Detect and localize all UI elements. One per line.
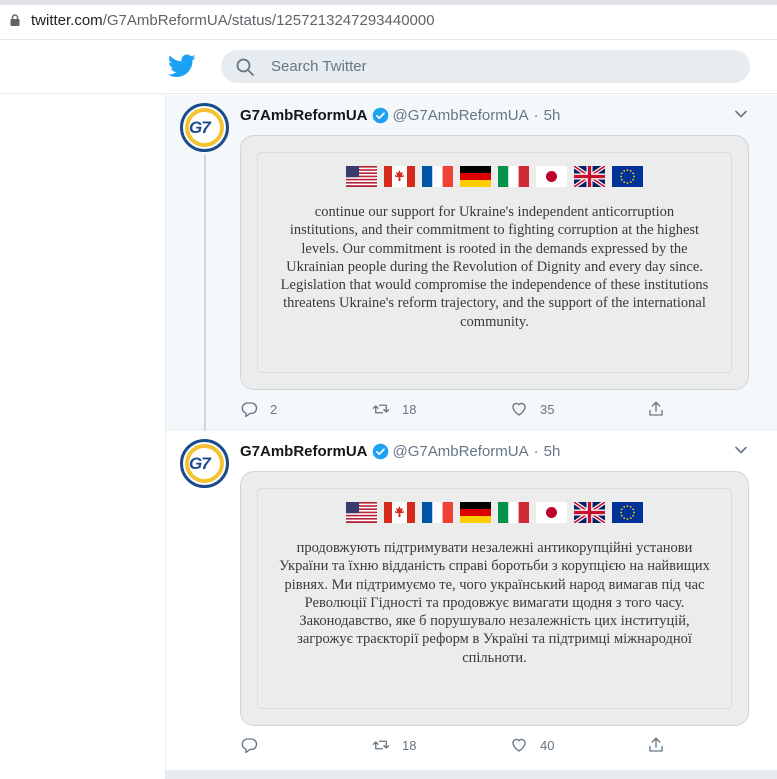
- japan-flag-icon: [536, 166, 567, 187]
- reply-icon: [241, 402, 258, 418]
- eu-flag-icon: [612, 502, 643, 523]
- tweet-image[interactable]: continue our support for Ukraine's indep…: [240, 135, 749, 390]
- g7-logo: G7: [189, 454, 211, 473]
- retweet-count: 18: [402, 401, 417, 417]
- tweet-thread: G7 G7AmbReformUA @G7AmbReformUA · 5h con…: [166, 95, 777, 779]
- reply-button[interactable]: [240, 736, 270, 754]
- url-domain: twitter.com: [31, 12, 103, 29]
- flag-row: [241, 166, 748, 187]
- italy-flag-icon: [498, 502, 529, 523]
- share-button[interactable]: [647, 400, 677, 418]
- browser-tab-strip-edge: [0, 0, 777, 5]
- eu-flag-icon: [612, 166, 643, 187]
- like-count: 40: [540, 737, 555, 753]
- us-flag-icon: [346, 502, 377, 523]
- verified-badge-icon: [372, 107, 388, 123]
- separator-dot: ·: [533, 106, 539, 124]
- share-icon: [649, 737, 663, 752]
- tweet[interactable]: G7 G7AmbReformUA @G7AmbReformUA · 5h: [166, 95, 777, 437]
- twitter-header: [0, 40, 777, 94]
- heart-icon: [512, 402, 526, 416]
- browser-address-bar[interactable]: twitter.com/G7AmbReformUA/status/1257213…: [0, 0, 777, 40]
- retweet-icon: [372, 404, 390, 414]
- like-button[interactable]: 35: [510, 400, 554, 418]
- tweet-actions: 18 40: [240, 736, 680, 756]
- chevron-down-icon[interactable]: [734, 107, 748, 121]
- display-name[interactable]: G7AmbReformUA: [240, 443, 368, 460]
- canada-flag-icon: [384, 502, 415, 523]
- tweet-header: G7AmbReformUA @G7AmbReformUA · 5h: [240, 104, 560, 126]
- twitter-bird-icon[interactable]: [168, 54, 196, 78]
- avatar[interactable]: G7: [180, 103, 229, 152]
- share-icon: [649, 401, 663, 416]
- share-button[interactable]: [647, 736, 677, 754]
- france-flag-icon: [422, 166, 453, 187]
- like-count: 35: [540, 401, 555, 417]
- verified-badge-icon: [372, 443, 388, 459]
- feed-bottom-divider: [166, 771, 777, 779]
- reply-icon: [241, 738, 258, 754]
- france-flag-icon: [422, 502, 453, 523]
- flag-row: [241, 502, 748, 523]
- tweet-time[interactable]: 5h: [544, 443, 561, 460]
- avatar[interactable]: G7: [180, 439, 229, 488]
- url-path: /G7AmbReformUA/status/125721324729344000…: [102, 12, 435, 29]
- tweet[interactable]: G7 G7AmbReformUA @G7AmbReformUA · 5h: [166, 431, 777, 771]
- tweet-actions: 2 18 35: [240, 400, 680, 420]
- canada-flag-icon: [384, 166, 415, 187]
- italy-flag-icon: [498, 166, 529, 187]
- search-input[interactable]: [271, 50, 731, 83]
- retweet-icon: [372, 740, 390, 750]
- url-text[interactable]: twitter.com/G7AmbReformUA/status/1257213…: [31, 12, 435, 29]
- uk-flag-icon: [574, 166, 605, 187]
- retweet-button[interactable]: 18: [372, 400, 416, 418]
- us-flag-icon: [346, 166, 377, 187]
- reply-button[interactable]: 2: [240, 400, 277, 418]
- display-name[interactable]: G7AmbReformUA: [240, 107, 368, 124]
- tweet-image[interactable]: продовжують підтримувати незалежні антик…: [240, 471, 749, 726]
- lock-icon: [10, 14, 20, 26]
- heart-icon: [512, 738, 526, 752]
- user-handle[interactable]: @G7AmbReformUA: [393, 107, 529, 124]
- image-statement-text: продовжують підтримувати незалежні антик…: [279, 540, 710, 666]
- image-statement-text: continue our support for Ukraine's indep…: [280, 204, 709, 330]
- germany-flag-icon: [460, 502, 491, 523]
- reply-count: 2: [270, 401, 278, 417]
- tweet-time[interactable]: 5h: [544, 107, 561, 124]
- g7-logo: G7: [189, 118, 211, 137]
- chevron-down-icon[interactable]: [734, 443, 748, 457]
- uk-flag-icon: [574, 502, 605, 523]
- user-handle[interactable]: @G7AmbReformUA: [393, 443, 529, 460]
- like-button[interactable]: 40: [510, 736, 554, 754]
- search-icon: [236, 58, 254, 76]
- search-box[interactable]: [221, 50, 750, 83]
- separator-dot: ·: [533, 442, 539, 460]
- tweet-header: G7AmbReformUA @G7AmbReformUA · 5h: [240, 440, 560, 462]
- japan-flag-icon: [536, 502, 567, 523]
- germany-flag-icon: [460, 166, 491, 187]
- thread-connector-line: [204, 155, 206, 437]
- retweet-button[interactable]: 18: [372, 736, 416, 754]
- retweet-count: 18: [402, 737, 417, 753]
